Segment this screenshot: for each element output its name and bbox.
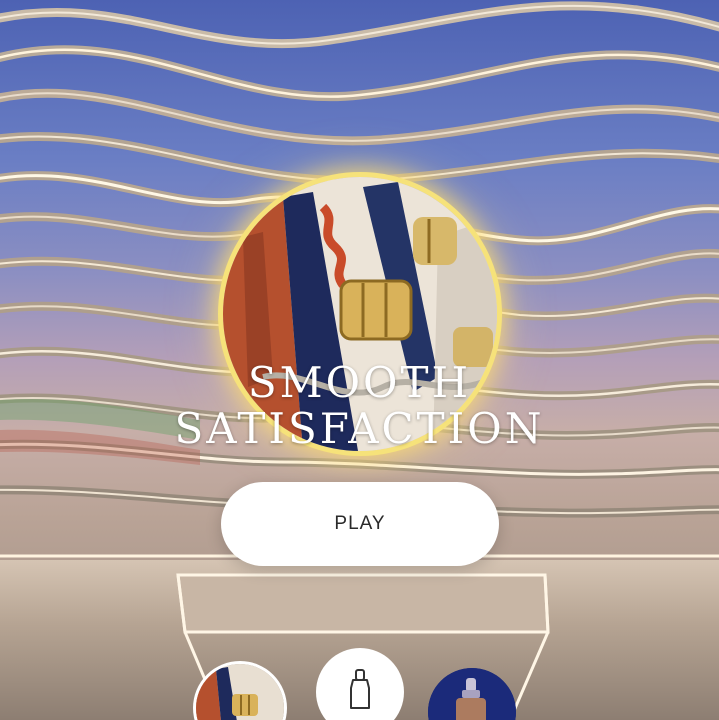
game-scene: SMOOTH SATISFACTION PLAY — [0, 0, 719, 720]
title-line-2: SATISFACTION — [174, 404, 545, 453]
title-line-1: SMOOTH — [247, 358, 472, 407]
game-title: SMOOTH SATISFACTION — [0, 360, 719, 452]
play-button[interactable]: PLAY — [221, 482, 499, 566]
